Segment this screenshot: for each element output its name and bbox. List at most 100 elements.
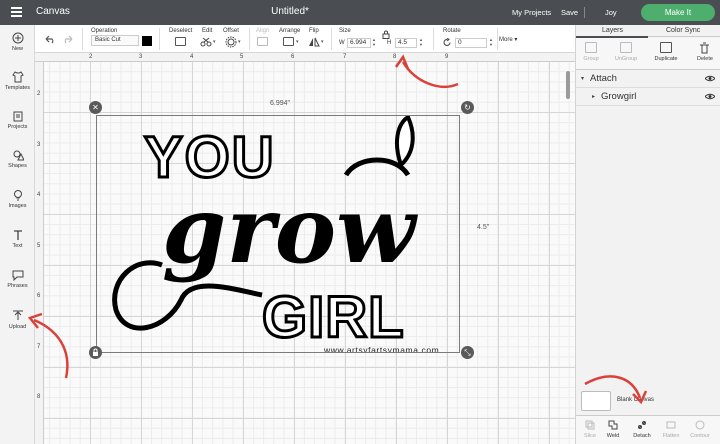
eye-icon[interactable] [705,75,715,82]
rotate-input[interactable]: 0 [455,38,487,48]
text-icon [13,230,22,240]
group-button[interactable]: Group [576,56,606,62]
ruler-top: 2 3 4 5 6 7 8 9 [35,53,575,62]
ruler-tick-label: 6 [37,293,41,299]
sidebar-item-upload[interactable]: Upload [0,310,35,330]
ruler-tick-label: 4 [190,54,194,60]
layer-row-attach[interactable]: ▾ Attach [576,70,720,88]
save-link[interactable]: Save [561,8,578,17]
redo-icon[interactable] [62,34,74,44]
ruler-tick-label: 7 [37,344,41,350]
layer-name: Growgirl [601,91,637,102]
color-swatch[interactable] [142,36,152,46]
sidebar-item-projects[interactable]: Projects [0,110,35,130]
sidebar-item-new[interactable]: New [0,32,35,52]
detach-button[interactable]: Detach [628,433,656,439]
contour-button[interactable]: Contour [686,433,714,439]
sidebar-item-label: New [11,46,23,52]
width-stepper[interactable]: ▲ ▼ [372,37,376,47]
eye-icon[interactable] [705,93,715,100]
lock-handle[interactable] [89,346,102,359]
toolbar-divider [159,28,160,50]
left-panel: New Templates Projects Shapes Images Tex… [0,25,35,444]
rotate-label: Rotate [443,28,461,34]
duplicate-button[interactable]: Duplicate [651,56,681,62]
deselect-icon[interactable] [175,37,186,46]
offset-icon[interactable] [225,36,237,48]
width-input[interactable]: 6.994 [347,38,371,48]
ruler-tick-label: 9 [445,54,449,60]
rotate-handle[interactable]: ↻ [461,101,474,114]
delete-button[interactable]: Delete [690,56,720,62]
operation-label: Operation [91,28,118,34]
slice-icon [585,420,595,430]
selection-box[interactable] [96,115,460,353]
operation-select[interactable]: Basic Cut [91,35,139,46]
edit-scissors-icon[interactable] [200,37,212,47]
canvas-scrollbar[interactable] [566,71,570,99]
height-input[interactable]: 4.5 [395,38,417,48]
tab-layers[interactable]: Layers [602,27,623,34]
sidebar-item-label: Projects [7,124,28,130]
duplicate-icon [660,42,672,53]
ruler-tick-label: 5 [37,243,41,249]
arrange-icon[interactable] [283,37,294,46]
scale-handle[interactable]: ⤡ [461,346,474,359]
trash-icon [700,42,709,54]
toolbar-divider [82,28,83,50]
ungroup-button[interactable]: UnGroup [611,56,641,62]
weld-button[interactable]: Weld [599,433,627,439]
height-stepper[interactable]: ▲ ▼ [419,37,423,47]
deselect-label: Deselect [169,28,193,34]
ruler-tick-label: 5 [240,54,244,60]
flatten-button[interactable]: Flatten [657,433,685,439]
more-button[interactable]: More ▾ [499,36,517,43]
sidebar-item-label: Shapes [8,163,27,169]
toolbar-divider [497,28,498,50]
flip-dropdown-icon[interactable]: ▾ [321,39,324,45]
detach-icon [638,421,646,429]
upload-icon [12,310,23,320]
projects-icon [13,111,22,122]
expand-arrow-icon[interactable]: ▸ [592,93,595,100]
tab-color-sync[interactable]: Color Sync [666,27,700,34]
offset-dropdown-icon[interactable]: ▾ [238,39,241,45]
top-bar: Canvas Untitled* My Projects Save Joy Ma… [0,0,720,25]
width-prefix: W [339,40,345,46]
rotate-stepper[interactable]: ▲ ▼ [489,37,493,47]
shirt-icon [11,71,24,83]
ruler-tick-label: 3 [139,54,143,60]
undo-icon[interactable] [44,34,56,44]
delete-handle[interactable]: ✕ [89,101,102,114]
more-label: More [499,37,513,43]
toolbar-divider [433,28,434,50]
height-dimension-label: 4.5" [477,224,490,231]
sidebar-item-templates[interactable]: Templates [0,71,35,91]
ruler-tick-label: 6 [291,54,295,60]
more-dropdown-icon: ▾ [514,37,518,43]
sidebar-item-text[interactable]: Text [0,229,35,249]
sidebar-item-phrases[interactable]: Phrases [0,269,35,289]
sidebar-item-label: Upload [8,324,27,330]
flip-icon[interactable] [308,37,320,47]
ruler-tick-label: 7 [343,54,347,60]
user-menu[interactable]: Joy [605,8,617,17]
make-it-button[interactable]: Make It [641,4,715,21]
layer-row-growgirl[interactable]: ▸ Growgirl [576,88,720,106]
sidebar-item-images[interactable]: Images [0,189,35,209]
document-title[interactable]: Untitled* [0,6,580,17]
lock-icon[interactable] [382,30,390,39]
flip-label: Flip [309,28,319,34]
edit-dropdown-icon[interactable]: ▾ [213,39,216,45]
sidebar-item-label: Phrases [7,283,28,289]
operation-group: Operation [91,28,117,34]
rotate-icon [443,38,451,46]
my-projects-link[interactable]: My Projects [512,8,551,17]
align-icon[interactable] [257,37,268,46]
sidebar-item-shapes[interactable]: Shapes [0,149,35,169]
blank-canvas-swatch[interactable] [581,391,611,411]
arrange-dropdown-icon[interactable]: ▾ [296,39,299,45]
bottom-tools: Slice Weld Detach Flatten Contour [576,415,720,444]
collapse-arrow-icon[interactable]: ▾ [581,75,584,82]
toolbar-divider [249,28,250,50]
